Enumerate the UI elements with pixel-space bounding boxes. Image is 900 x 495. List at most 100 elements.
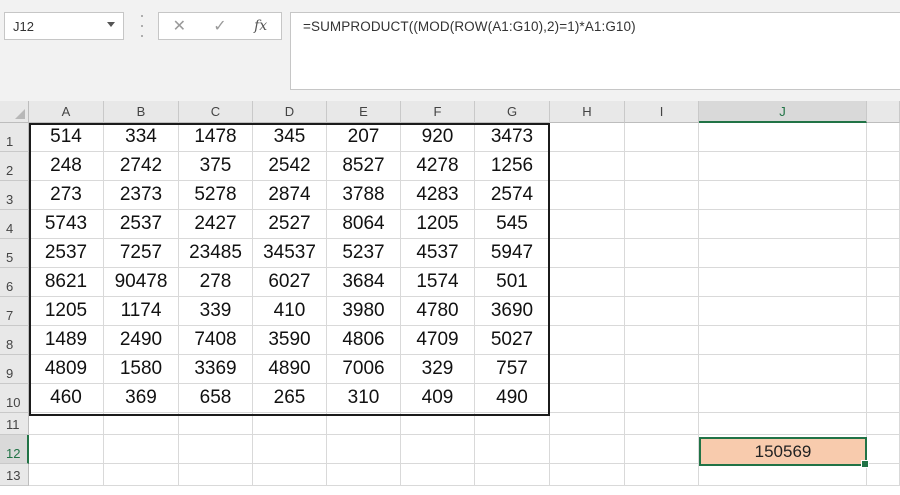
cell[interactable]: 369 (104, 384, 179, 413)
cell[interactable]: 3473 (475, 123, 550, 152)
cell[interactable] (699, 297, 867, 326)
cell[interactable]: 265 (253, 384, 327, 413)
insert-function-icon[interactable]: fx (247, 14, 275, 38)
cell[interactable]: 4283 (401, 181, 475, 210)
cell[interactable] (29, 464, 104, 486)
cell[interactable] (401, 413, 475, 435)
cell[interactable] (699, 123, 867, 152)
cell[interactable] (699, 355, 867, 384)
cell[interactable]: 501 (475, 268, 550, 297)
column-header-g[interactable]: G (475, 101, 550, 123)
cell[interactable]: 90478 (104, 268, 179, 297)
cell[interactable] (625, 297, 699, 326)
cell[interactable] (867, 123, 900, 152)
cell[interactable]: 3684 (327, 268, 401, 297)
cell[interactable] (699, 210, 867, 239)
cell[interactable] (550, 210, 625, 239)
cell[interactable] (475, 435, 550, 464)
cell[interactable]: 1205 (29, 297, 104, 326)
cell[interactable]: 2574 (475, 181, 550, 210)
column-header-c[interactable]: C (179, 101, 253, 123)
cell[interactable] (104, 464, 179, 486)
cancel-icon[interactable]: ✕ (165, 14, 193, 38)
cell[interactable] (699, 326, 867, 355)
cell[interactable]: 410 (253, 297, 327, 326)
cell[interactable] (699, 152, 867, 181)
cell[interactable]: 2537 (29, 239, 104, 268)
cell[interactable] (867, 413, 900, 435)
cell[interactable] (867, 239, 900, 268)
cell[interactable]: 3369 (179, 355, 253, 384)
cell[interactable]: 345 (253, 123, 327, 152)
cell[interactable]: 1580 (104, 355, 179, 384)
cell[interactable]: 3788 (327, 181, 401, 210)
column-header-d[interactable]: D (253, 101, 327, 123)
cell[interactable]: 460 (29, 384, 104, 413)
select-all-button[interactable] (0, 101, 29, 123)
cell[interactable] (625, 152, 699, 181)
cell[interactable]: 6027 (253, 268, 327, 297)
cell[interactable]: 4890 (253, 355, 327, 384)
cell[interactable]: 1174 (104, 297, 179, 326)
cell[interactable]: 273 (29, 181, 104, 210)
cell[interactable]: 7006 (327, 355, 401, 384)
cell[interactable] (104, 435, 179, 464)
cell[interactable] (550, 355, 625, 384)
cell[interactable] (475, 464, 550, 486)
row-header-4[interactable]: 4 (0, 210, 29, 239)
cell[interactable] (104, 413, 179, 435)
cell[interactable] (867, 152, 900, 181)
cell[interactable] (550, 464, 625, 486)
row-header-8[interactable]: 8 (0, 326, 29, 355)
cell[interactable] (625, 435, 699, 464)
cell[interactable]: 3690 (475, 297, 550, 326)
column-header-i[interactable]: I (625, 101, 699, 123)
row-header-3[interactable]: 3 (0, 181, 29, 210)
cell[interactable]: 514 (29, 123, 104, 152)
cell[interactable] (699, 239, 867, 268)
cell[interactable]: 5743 (29, 210, 104, 239)
cell[interactable] (625, 464, 699, 486)
cell[interactable]: 207 (327, 123, 401, 152)
cell[interactable] (867, 384, 900, 413)
cell[interactable]: 334 (104, 123, 179, 152)
cell[interactable]: 1256 (475, 152, 550, 181)
row-header-1[interactable]: 1 (0, 123, 29, 152)
cell[interactable] (625, 268, 699, 297)
cell[interactable] (867, 210, 900, 239)
cell[interactable] (550, 239, 625, 268)
cell[interactable] (253, 413, 327, 435)
cell[interactable] (29, 413, 104, 435)
row-header-5[interactable]: 5 (0, 239, 29, 268)
cell[interactable]: 2874 (253, 181, 327, 210)
cell[interactable]: 5237 (327, 239, 401, 268)
row-header-7[interactable]: 7 (0, 297, 29, 326)
row-header-9[interactable]: 9 (0, 355, 29, 384)
cell[interactable]: 4780 (401, 297, 475, 326)
column-header-h[interactable]: H (550, 101, 625, 123)
active-cell-j12[interactable]: 150569 (699, 437, 869, 468)
cell[interactable]: 8621 (29, 268, 104, 297)
cell[interactable] (550, 326, 625, 355)
cell[interactable]: 2742 (104, 152, 179, 181)
cell[interactable]: 4809 (29, 355, 104, 384)
formula-input[interactable]: =SUMPRODUCT((MOD(ROW(A1:G10),2)=1)*A1:G1… (290, 12, 900, 90)
cell[interactable] (550, 181, 625, 210)
cell[interactable] (253, 435, 327, 464)
cell[interactable]: 1478 (179, 123, 253, 152)
cell[interactable] (699, 413, 867, 435)
cell[interactable] (550, 297, 625, 326)
cell[interactable] (550, 413, 625, 435)
cell[interactable]: 490 (475, 384, 550, 413)
row-header-2[interactable]: 2 (0, 152, 29, 181)
cell[interactable] (253, 464, 327, 486)
cell[interactable]: 8527 (327, 152, 401, 181)
cell[interactable] (699, 268, 867, 297)
column-header-b[interactable]: B (104, 101, 179, 123)
cell[interactable] (625, 384, 699, 413)
fill-handle[interactable] (861, 460, 869, 468)
cell[interactable] (625, 123, 699, 152)
row-header-12[interactable]: 12 (0, 435, 29, 464)
column-header-e[interactable]: E (327, 101, 401, 123)
cell[interactable]: 278 (179, 268, 253, 297)
